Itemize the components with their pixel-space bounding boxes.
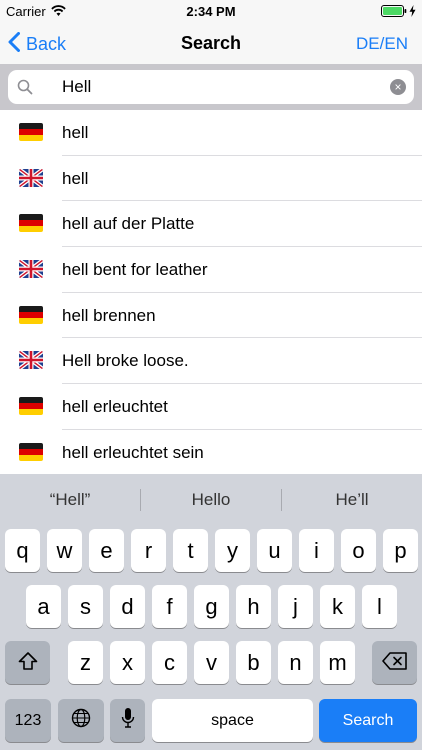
key-p[interactable]: p — [383, 529, 418, 572]
status-bar: Carrier 2:34 PM — [0, 0, 422, 22]
result-text: Hell broke loose. — [62, 351, 189, 371]
results-list: hell hell hell auf der Platte hell bent for… — [0, 110, 422, 474]
german-flag-icon — [19, 214, 43, 233]
shift-key[interactable] — [5, 641, 50, 684]
key-x[interactable]: x — [110, 641, 145, 684]
navigation-bar: Back Search DE/EN — [0, 22, 422, 64]
result-row[interactable]: hell — [0, 156, 422, 202]
key-r[interactable]: r — [131, 529, 166, 572]
microphone-icon — [121, 707, 135, 735]
result-text: hell erleuchtet sein — [62, 442, 204, 462]
key-l[interactable]: l — [362, 585, 397, 628]
search-input[interactable] — [62, 70, 382, 104]
key-f[interactable]: f — [152, 585, 187, 628]
key-b[interactable]: b — [236, 641, 271, 684]
keyboard: “Hell” Hello He’ll qwertyuiop asdfghjkl zx… — [0, 474, 422, 750]
result-row[interactable]: hell auf der Platte — [0, 201, 422, 248]
charging-bolt-icon — [409, 5, 416, 20]
uk-flag-icon — [19, 168, 43, 187]
microphone-key[interactable] — [110, 699, 145, 742]
space-key[interactable]: space — [152, 699, 313, 742]
key-e[interactable]: e — [89, 529, 124, 572]
clear-search-icon[interactable]: × — [390, 79, 406, 95]
key-t[interactable]: t — [173, 529, 208, 572]
key-i[interactable]: i — [299, 529, 334, 572]
result-row[interactable]: hell erleuchtet sein — [0, 430, 422, 474]
battery-area — [381, 5, 416, 20]
status-time: 2:34 PM — [186, 4, 236, 19]
result-row[interactable]: hell — [0, 110, 422, 156]
result-text: hell auf der Platte — [62, 214, 195, 234]
language-toggle-button[interactable]: DE/EN — [356, 34, 408, 54]
battery-icon — [381, 5, 407, 20]
result-row[interactable]: hell bent for leather — [0, 247, 422, 293]
back-label: Back — [26, 34, 67, 54]
key-s[interactable]: s — [68, 585, 103, 628]
key-k[interactable]: k — [320, 585, 355, 628]
numbers-key[interactable]: 123 — [5, 699, 51, 742]
suggestion-1[interactable]: “Hell” — [0, 490, 140, 510]
key-g[interactable]: g — [194, 585, 229, 628]
result-text: hell — [62, 123, 89, 142]
suggestion-bar: “Hell” Hello He’ll — [0, 474, 422, 526]
german-flag-icon — [19, 397, 43, 416]
key-q[interactable]: q — [5, 529, 40, 572]
key-c[interactable]: c — [152, 641, 187, 684]
suggestion-2[interactable]: Hello — [141, 490, 281, 510]
key-v[interactable]: v — [194, 641, 229, 684]
chevron-left-icon — [8, 32, 20, 57]
result-text: hell brennen — [62, 305, 156, 325]
key-o[interactable]: o — [341, 529, 376, 572]
globe-icon — [71, 708, 91, 734]
search-icon — [17, 79, 33, 100]
key-z[interactable]: z — [68, 641, 103, 684]
delete-key[interactable] — [372, 641, 417, 684]
german-flag-icon — [19, 305, 43, 324]
result-text: hell — [62, 168, 89, 188]
uk-flag-icon — [19, 260, 43, 279]
result-row[interactable]: hell brennen — [0, 293, 422, 339]
german-flag-icon — [19, 123, 43, 141]
key-m[interactable]: m — [320, 641, 355, 684]
shift-icon — [18, 650, 38, 676]
suggestion-3[interactable]: He’ll — [282, 490, 422, 510]
key-a[interactable]: a — [26, 585, 61, 628]
search-key[interactable]: Search — [319, 699, 417, 742]
key-n[interactable]: n — [278, 641, 313, 684]
key-h[interactable]: h — [236, 585, 271, 628]
key-u[interactable]: u — [257, 529, 292, 572]
search-field: × — [8, 70, 414, 104]
german-flag-icon — [19, 442, 43, 461]
result-row[interactable]: hell erleuchtet — [0, 384, 422, 430]
search-bar-container: × — [0, 64, 422, 110]
result-text: hell erleuchtet — [62, 397, 168, 417]
globe-key[interactable] — [58, 699, 104, 742]
key-d[interactable]: d — [110, 585, 145, 628]
result-row[interactable]: Hell broke loose. — [0, 338, 422, 385]
delete-icon — [381, 650, 408, 676]
result-text: hell bent for leather — [62, 260, 208, 280]
key-y[interactable]: y — [215, 529, 250, 572]
back-button[interactable]: Back — [8, 32, 66, 57]
key-w[interactable]: w — [47, 529, 82, 572]
uk-flag-icon — [19, 351, 43, 370]
key-j[interactable]: j — [278, 585, 313, 628]
